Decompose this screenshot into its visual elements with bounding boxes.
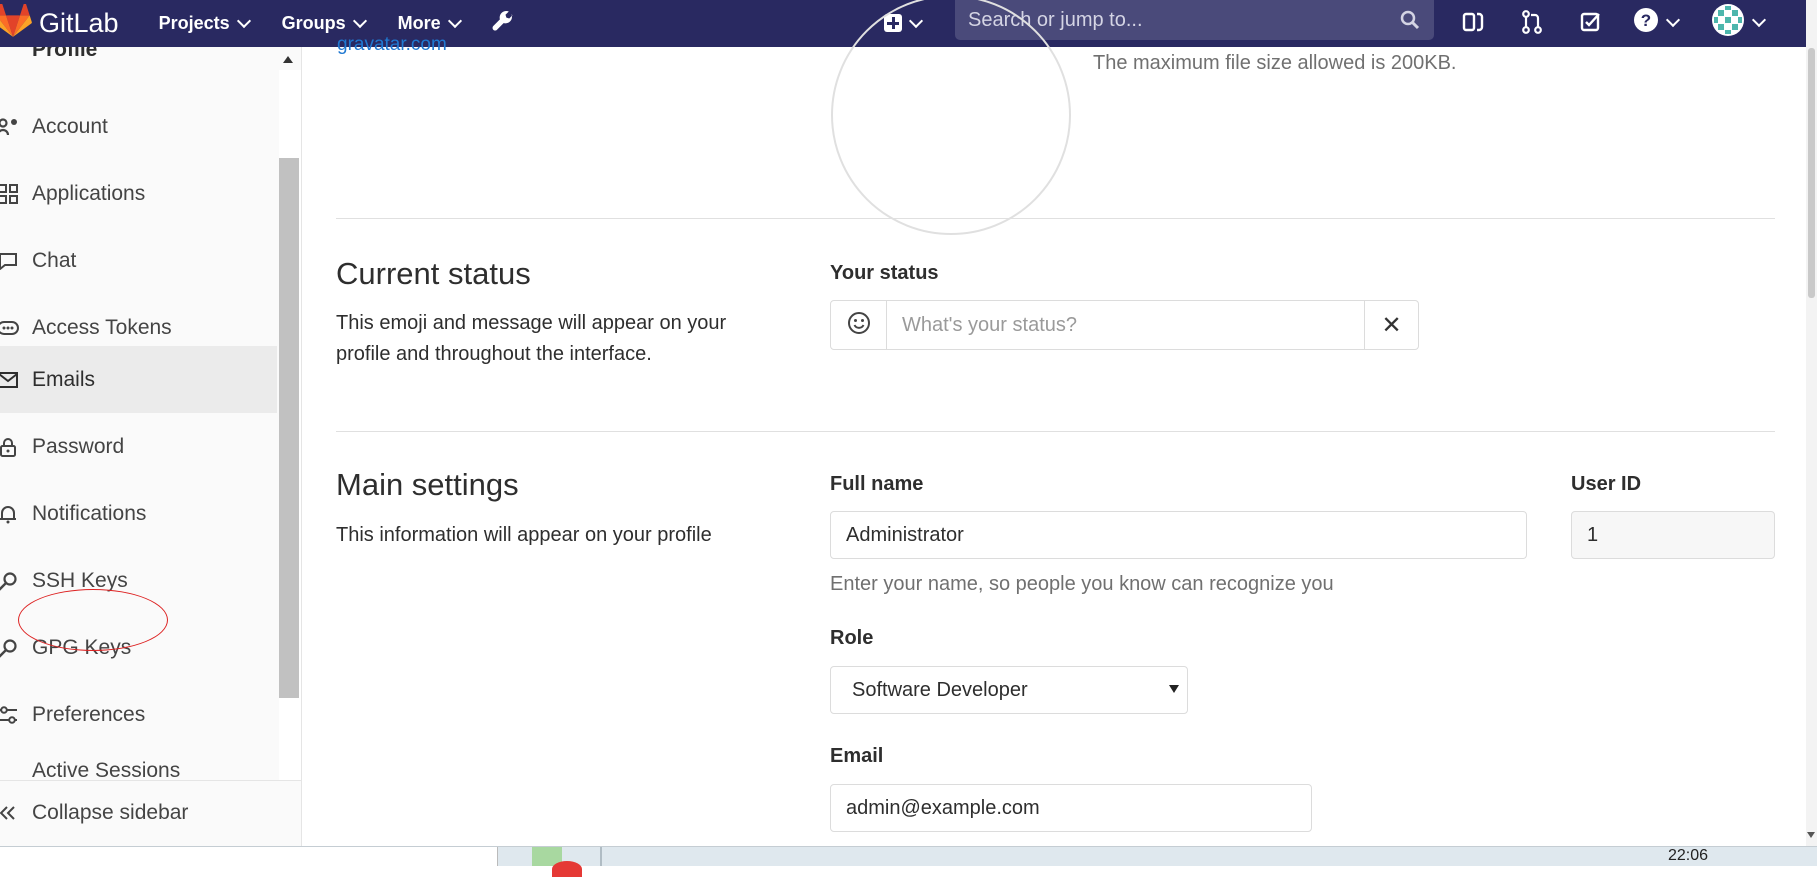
sidebar-nav-list: Profile Account Applications Chat Access… [0, 47, 277, 777]
status-message-input[interactable] [887, 301, 1364, 349]
merge-request-icon[interactable] [1521, 5, 1543, 39]
chevron-down-icon [352, 13, 367, 29]
sidebar-item-label: Applications [32, 181, 146, 205]
admin-area-link[interactable] [491, 9, 515, 38]
sidebar-item-label: Notifications [32, 501, 147, 525]
svg-text:?: ? [1641, 11, 1651, 30]
sidebar-item-applications[interactable]: Applications [0, 160, 277, 227]
chevron-down-icon [236, 13, 251, 29]
taskbar-separator [600, 847, 602, 866]
double-chevron-left-icon [0, 805, 16, 826]
token-icon [0, 320, 19, 335]
sidebar-panel-icon[interactable] [1462, 5, 1484, 39]
brand-name: GitLab [39, 8, 119, 38]
projects-menu[interactable]: Projects [158, 13, 251, 34]
sidebar-item-label: Emails [32, 367, 96, 391]
section-divider [336, 218, 1775, 219]
wrench-icon [491, 9, 515, 38]
role-selected-value: Software Developer [852, 678, 1028, 701]
avatar-preview [831, 0, 1071, 235]
sidebar-item-label: Password [32, 434, 125, 458]
groups-menu[interactable]: Groups [281, 13, 367, 34]
annotation-circle [18, 589, 168, 651]
todo-check-icon[interactable] [1580, 5, 1602, 39]
close-icon: ✕ [1381, 311, 1402, 339]
account-gear-icon [0, 117, 19, 137]
user-id-label: User ID [1571, 473, 1642, 495]
current-status-description: This emoji and message will appear on yo… [336, 312, 727, 365]
dropdown-caret-icon [1169, 685, 1179, 693]
role-label: Role [830, 627, 874, 649]
sidebar-item-password[interactable]: Password [0, 413, 277, 480]
projects-menu-label: Projects [158, 13, 230, 33]
email-label: Email [830, 745, 884, 767]
chevron-down-icon [447, 13, 462, 29]
full-name-label: Full name [830, 473, 924, 495]
clock-time: 22:06 [1668, 847, 1709, 864]
role-select[interactable]: Software Developer [830, 666, 1188, 714]
bell-icon [0, 504, 19, 524]
file-size-hint: The maximum file size allowed is 200KB. [1093, 52, 1457, 74]
taskbar-search-area[interactable] [0, 847, 498, 866]
chevron-down-icon [1665, 12, 1681, 27]
sidebar-item-active-sessions[interactable]: Active Sessions [0, 737, 277, 778]
gitlab-logo-icon [0, 2, 32, 43]
clear-status-button[interactable]: ✕ [1364, 301, 1418, 349]
current-status-title: Current status [336, 256, 531, 291]
section-divider [336, 431, 1775, 432]
scroll-up-arrow-icon[interactable] [283, 56, 293, 63]
full-name-input[interactable] [830, 511, 1527, 559]
sidebar-item-emails[interactable]: Emails [0, 346, 277, 413]
help-icon: ? [1633, 7, 1659, 38]
sidebar-item-label: Chat [32, 248, 77, 272]
user-menu[interactable] [1711, 3, 1767, 42]
user-avatar-icon [1711, 3, 1745, 42]
more-menu[interactable]: More [397, 13, 462, 34]
sidebar-item-notifications[interactable]: Notifications [0, 480, 277, 547]
sidebar-item-chat[interactable]: Chat [0, 227, 277, 294]
emoji-picker-button[interactable] [831, 301, 887, 349]
user-id-input [1571, 511, 1775, 559]
main-settings-description: This information will appear on your pro… [336, 524, 712, 546]
full-name-help: Enter your name, so people you know can … [830, 573, 1334, 595]
sidebar-item-label: Active Sessions [32, 758, 181, 778]
sidebar-item-label: Account [32, 114, 108, 138]
key-icon [0, 638, 19, 658]
settings-sidebar: Profile Account Applications Chat Access… [0, 47, 302, 865]
sliders-icon [0, 705, 19, 724]
page-scrollbar-thumb[interactable] [1808, 48, 1815, 298]
sidebar-item-label: Preferences [32, 702, 146, 726]
email-input[interactable] [830, 784, 1312, 832]
sidebar-item-label: Access Tokens [32, 315, 172, 339]
search-icon[interactable] [1400, 10, 1420, 30]
gravatar-link[interactable]: gravatar.com [337, 34, 447, 56]
profile-settings-content: gravatar.com The maximum file size allow… [302, 0, 1806, 865]
groups-menu-label: Groups [281, 13, 346, 33]
help-dropdown[interactable]: ? [1633, 5, 1681, 39]
taskbar-app-icon[interactable] [552, 861, 582, 877]
main-settings-title: Main settings [336, 467, 519, 502]
scroll-down-arrow-icon[interactable] [1807, 832, 1815, 838]
applications-grid-icon [0, 183, 19, 204]
sidebar-scrollbar-thumb[interactable] [279, 158, 299, 698]
smiley-icon [847, 311, 871, 340]
lock-icon [0, 437, 19, 457]
sidebar-item-account[interactable]: Account [0, 93, 277, 160]
sidebar-item-label: Profile [32, 47, 98, 61]
your-status-label: Your status [830, 262, 939, 284]
key-icon [0, 571, 19, 591]
chat-icon [0, 252, 19, 270]
status-input-group: ✕ [830, 300, 1419, 350]
sidebar-item-profile[interactable]: Profile [0, 47, 277, 72]
collapse-sidebar-label: Collapse sidebar [32, 801, 189, 824]
os-taskbar: 22:06 [0, 846, 1817, 877]
chevron-down-icon [1751, 12, 1767, 27]
gitlab-home-link[interactable]: GitLab [0, 2, 119, 43]
more-menu-label: More [397, 13, 441, 33]
envelope-icon [0, 371, 19, 388]
